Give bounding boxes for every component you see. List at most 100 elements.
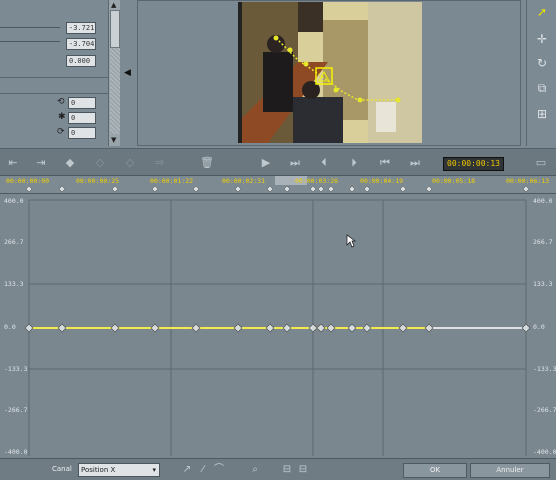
keyframe-point[interactable] [362,323,372,333]
time-tick: 00:00:02:31 [222,177,266,185]
step-back-icon[interactable]: ⏴ [316,155,332,171]
channel-label: Canal [52,465,72,473]
parameter-panel: -3.721 -3.704 0.000 ⟲ ✱ ⟳ 0 0 0 ▲ ▼ [0,0,120,146]
curve-graph[interactable]: 400.0 266.7 133.3 0.0 -133.3 -266.7 -400… [0,194,556,456]
ruler-keyframe-marker[interactable] [309,185,317,193]
divider [0,77,108,78]
keyframe-point[interactable] [398,323,408,333]
step-forward-icon[interactable]: ⏵ [346,155,362,171]
prev-keyframe-icon[interactable]: ⇤ [5,155,21,171]
ruler-keyframe-marker[interactable] [58,185,66,193]
ruler-keyframe-marker[interactable] [363,185,371,193]
rotate-icon[interactable]: ↻ [534,55,550,71]
param-field[interactable]: -3.704 [66,38,96,50]
zoom-icon[interactable]: ⌕ [248,463,262,477]
ruler-keyframe-marker[interactable] [522,185,530,193]
keyframe-point[interactable] [150,323,160,333]
keyframe-point[interactable] [308,323,318,333]
curve-linear-icon[interactable]: ⁄ [196,463,210,477]
y-axis-label: 133.3 [4,280,24,288]
play-to-end-icon[interactable]: ⏭ [287,155,303,171]
keyframe-point[interactable] [316,323,326,333]
select-arrow-icon[interactable]: ➚ [534,4,550,20]
go-end-icon[interactable]: ⏭ [407,155,423,171]
transform-box-icon[interactable]: ⊞ [534,106,550,122]
keyframe-point[interactable] [521,323,531,333]
ruler-keyframe-marker[interactable] [327,185,335,193]
ruler-keyframe-marker[interactable] [425,185,433,193]
add-keyframe-icon[interactable]: ◆ [62,155,78,171]
keyframe-point[interactable] [265,323,275,333]
y-axis-label-right: 133.3 [533,280,553,288]
ruler-keyframe-marker[interactable] [192,185,200,193]
keyframe-point[interactable] [326,323,336,333]
folder-icon[interactable]: ▭ [533,155,549,171]
keyframe-point[interactable] [57,323,67,333]
graph-canvas[interactable] [0,194,556,456]
rotate-x-icon: ⟲ [57,97,65,107]
y-axis-label: 400.0 [4,197,24,205]
keyframe-c-icon[interactable]: ⇨ [152,155,168,171]
y-axis-label: 266.7 [4,238,24,246]
keyframe-point[interactable] [110,323,120,333]
play-icon[interactable]: ▶ [258,155,274,171]
mouse-cursor-icon [346,234,356,248]
keyframe-point[interactable] [191,323,201,333]
move-icon[interactable]: ✛ [534,31,550,47]
time-tick: 00:00:01:22 [150,177,194,185]
keyframe-point[interactable] [233,323,243,333]
param-field[interactable]: -3.721 [66,22,96,34]
rotation-field[interactable]: 0 [68,97,96,109]
y-axis-label: -400.0 [4,448,28,456]
scale-icon[interactable]: ⧉ [534,80,550,96]
ruler-keyframe-marker[interactable] [25,185,33,193]
channel-select[interactable]: Position X ▾ [78,463,160,477]
ruler-keyframes [25,185,530,193]
time-ruler[interactable]: 00:00:00:00 00:00:00:25 00:00:01:22 00:0… [0,176,556,194]
rotation-field[interactable]: 0 [68,112,96,124]
tool-strip: ➚ ✛ ↻ ⧉ ⊞ [526,0,556,146]
go-start-icon[interactable]: ⏮ [377,155,393,171]
keyframe-b-icon[interactable]: ◇ [122,155,138,171]
lock-icon[interactable]: ⊟ [280,463,294,477]
param-field[interactable]: 0.000 [66,55,96,67]
unlock-icon[interactable]: ⊟ [296,463,310,477]
timecode-display: 00:00:00:13 [443,157,504,171]
ruler-keyframe-marker[interactable] [266,185,274,193]
cancel-button[interactable]: Annuler [470,463,550,478]
scroll-thumb[interactable] [110,10,120,48]
keyframe-point[interactable] [347,323,357,333]
scroll-down-icon[interactable]: ▼ [111,136,116,144]
time-tick: 00:00:06:13 [506,177,550,185]
next-keyframe-icon[interactable]: ⇥ [33,155,49,171]
keyframe-point[interactable] [424,323,434,333]
channel-select-value: Position X [81,466,116,474]
param-slider-track[interactable] [0,41,60,42]
curve-edit-icon[interactable]: ↗ [180,463,194,477]
ruler-keyframe-marker[interactable] [234,185,242,193]
y-axis-label-right: -266.7 [533,406,556,414]
video-frame-image [238,2,422,143]
rotation-field[interactable]: 0 [68,127,96,139]
vertical-scrollbar[interactable]: ▲ ▼ [108,0,120,146]
ruler-keyframe-marker[interactable] [348,185,356,193]
ruler-keyframe-marker[interactable] [151,185,159,193]
video-preview[interactable] [238,2,422,143]
keyframe-a-icon[interactable]: ◇ [92,155,108,171]
trash-icon[interactable]: 🗑 [199,155,215,171]
bottom-bar: Canal Position X ▾ ↗ ⁄ ⌒ ⌕ ⊟ ⊟ OK Annule… [0,458,556,480]
curve-smooth-icon[interactable]: ⌒ [212,463,226,477]
y-axis-label-right: 400.0 [533,197,553,205]
keyframe-point[interactable] [24,323,34,333]
param-slider-track[interactable] [0,27,60,28]
y-axis-label: -266.7 [4,406,28,414]
ruler-keyframe-marker[interactable] [283,185,291,193]
ruler-keyframe-marker[interactable] [317,185,325,193]
ruler-keyframe-marker[interactable] [111,185,119,193]
ruler-keyframe-marker[interactable] [399,185,407,193]
time-tick: 00:00:04:19 [360,177,404,185]
collapse-panel-icon[interactable]: ◀ [124,68,131,78]
ok-button[interactable]: OK [403,463,467,478]
keyframe-point[interactable] [282,323,292,333]
scroll-up-icon[interactable]: ▲ [111,1,116,9]
